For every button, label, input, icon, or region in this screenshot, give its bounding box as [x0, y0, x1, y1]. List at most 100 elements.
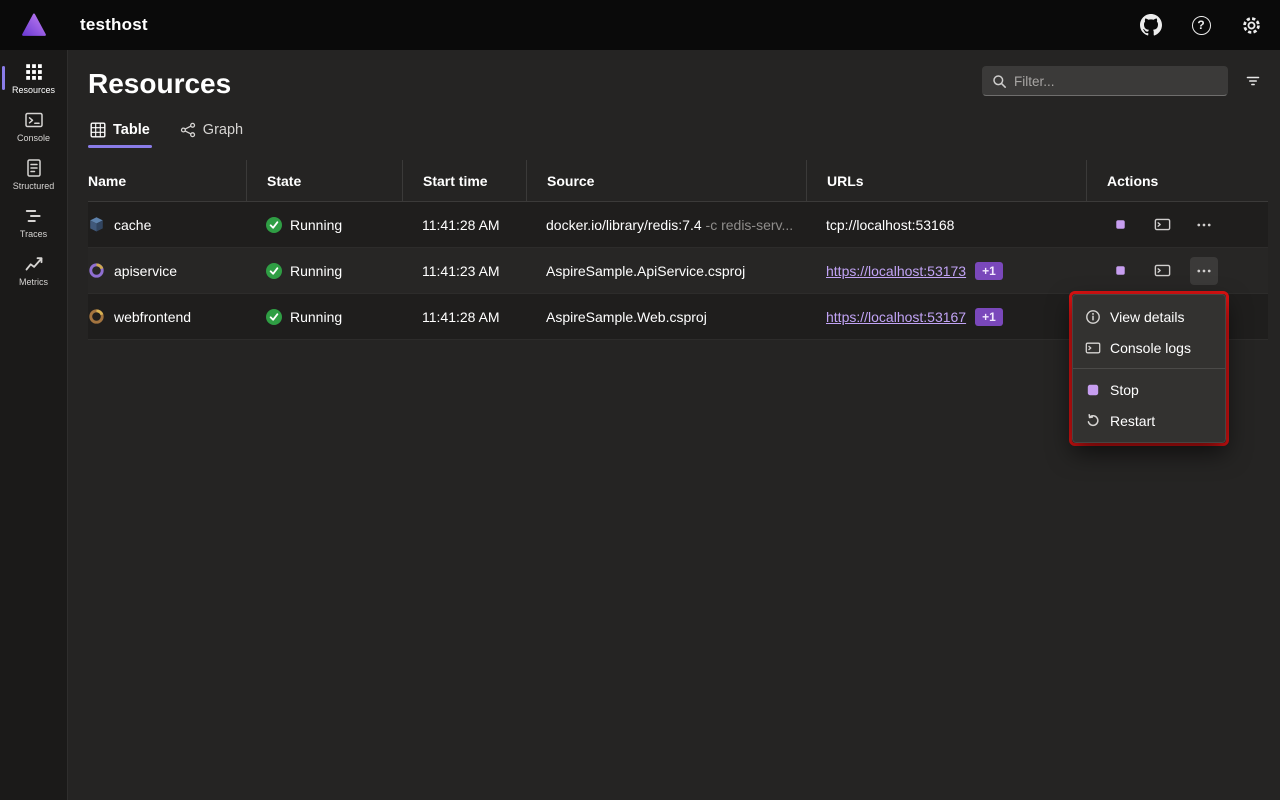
url-count-badge: +1: [975, 308, 1003, 326]
console-logs-icon: [1085, 340, 1101, 356]
stop-button[interactable]: [1106, 211, 1134, 239]
sidebar-item-label: Structured: [13, 182, 55, 191]
info-icon: [1085, 309, 1101, 325]
stop-icon: [1114, 218, 1127, 231]
running-status-icon: [266, 217, 282, 233]
project-icon: [88, 262, 105, 279]
settings-button[interactable]: [1232, 6, 1270, 44]
search-icon: [992, 74, 1007, 89]
tab-graph[interactable]: Graph: [178, 118, 245, 148]
state-label: Running: [290, 263, 342, 279]
resource-actions-menu: View details Console logs Stop Restart: [1072, 294, 1226, 443]
tab-label: Graph: [203, 122, 243, 138]
view-tabs: Table Graph: [88, 118, 1268, 148]
toolbar: [982, 66, 1268, 96]
stop-button[interactable]: [1106, 257, 1134, 285]
start-time: 11:41:28 AM: [422, 309, 500, 325]
container-cube-icon: [88, 216, 105, 233]
sidebar-item-traces[interactable]: Traces: [0, 198, 67, 246]
restart-icon: [1085, 413, 1101, 429]
console-logs-icon: [1154, 216, 1171, 233]
page-title: Resources: [88, 68, 231, 100]
help-icon: ?: [1192, 16, 1211, 35]
source-text: AspireSample.Web.csproj: [546, 309, 707, 325]
funnel-icon: [1245, 73, 1261, 89]
resource-name: apiservice: [114, 263, 177, 279]
table-icon: [90, 122, 106, 138]
traces-icon: [24, 206, 44, 226]
menu-item-stop[interactable]: Stop: [1073, 374, 1225, 405]
url-text: tcp://localhost:53168: [826, 217, 954, 233]
menu-item-console-logs[interactable]: Console logs: [1073, 332, 1225, 363]
source-text: AspireSample.ApiService.csproj: [546, 263, 745, 279]
resource-url-link[interactable]: https://localhost:53167: [826, 309, 966, 325]
running-status-icon: [266, 309, 282, 325]
graph-icon: [180, 122, 196, 138]
table-row-cache: cache Running 11:41:28 AM docker.io/libr…: [88, 202, 1268, 248]
console-logs-button[interactable]: [1148, 257, 1176, 285]
resource-url-link[interactable]: https://localhost:53173: [826, 263, 966, 279]
column-header-source: Source: [526, 160, 806, 201]
running-status-icon: [266, 263, 282, 279]
chart-icon: [24, 254, 44, 274]
menu-item-view-details[interactable]: View details: [1073, 301, 1225, 332]
ellipsis-icon: [1196, 263, 1212, 279]
github-icon: [1140, 14, 1162, 36]
grid-icon: [24, 62, 44, 82]
topbar-actions: ?: [1132, 6, 1280, 44]
menu-item-label: Console logs: [1110, 340, 1191, 356]
ellipsis-icon: [1196, 217, 1212, 233]
sidebar-item-resources[interactable]: Resources: [0, 54, 67, 102]
sidebar-item-structured[interactable]: Structured: [0, 150, 67, 198]
start-time: 11:41:23 AM: [422, 263, 500, 279]
column-header-name: Name: [88, 160, 246, 201]
help-button[interactable]: ?: [1182, 6, 1220, 44]
sidebar-item-console[interactable]: Console: [0, 102, 67, 150]
sidebar-item-label: Console: [17, 134, 50, 143]
tab-table[interactable]: Table: [88, 118, 152, 148]
column-header-urls: URLs: [806, 160, 1086, 201]
aspire-logo-icon: [12, 12, 56, 38]
resource-name: cache: [114, 217, 151, 233]
column-header-actions: Actions: [1086, 160, 1268, 201]
sidebar-item-label: Resources: [12, 86, 55, 95]
start-time: 11:41:28 AM: [422, 217, 500, 233]
more-actions-button[interactable]: [1190, 257, 1218, 285]
filter-input[interactable]: [1014, 74, 1218, 89]
table-row-apiservice: apiservice Running 11:41:23 AM AspireSam…: [88, 248, 1268, 294]
app-title: testhost: [80, 15, 148, 35]
menu-item-label: View details: [1110, 309, 1184, 325]
menu-item-restart[interactable]: Restart: [1073, 405, 1225, 436]
filter-box: [982, 66, 1228, 96]
annotation-highlight: View details Console logs Stop Restart: [1069, 291, 1229, 446]
terminal-icon: [24, 110, 44, 130]
tab-label: Table: [113, 122, 150, 138]
sidebar-item-label: Traces: [20, 230, 47, 239]
menu-item-label: Restart: [1110, 413, 1155, 429]
table-header: Name State Start time Source URLs Action…: [88, 160, 1268, 202]
project-icon: [88, 308, 105, 325]
filter-menu-button[interactable]: [1238, 66, 1268, 96]
column-header-start-time: Start time: [402, 160, 526, 201]
topbar: testhost ?: [0, 0, 1280, 50]
source-text: docker.io/library/redis:7.4: [546, 217, 702, 233]
more-actions-button[interactable]: [1190, 211, 1218, 239]
gear-icon: [1241, 15, 1262, 36]
url-count-badge: +1: [975, 262, 1003, 280]
state-label: Running: [290, 217, 342, 233]
menu-item-label: Stop: [1110, 382, 1139, 398]
sidebar-item-label: Metrics: [19, 278, 48, 287]
stop-icon: [1085, 382, 1101, 398]
column-header-state: State: [246, 160, 402, 201]
source-args: -c redis-serv...: [702, 217, 794, 233]
resource-name: webfrontend: [114, 309, 191, 325]
sidebar: Resources Console Structured Traces: [0, 50, 68, 800]
console-logs-button[interactable]: [1148, 211, 1176, 239]
github-button[interactable]: [1132, 6, 1170, 44]
sidebar-item-metrics[interactable]: Metrics: [0, 246, 67, 294]
console-logs-icon: [1154, 262, 1171, 279]
stop-icon: [1114, 264, 1127, 277]
document-icon: [24, 158, 44, 178]
menu-divider: [1073, 368, 1225, 369]
state-label: Running: [290, 309, 342, 325]
